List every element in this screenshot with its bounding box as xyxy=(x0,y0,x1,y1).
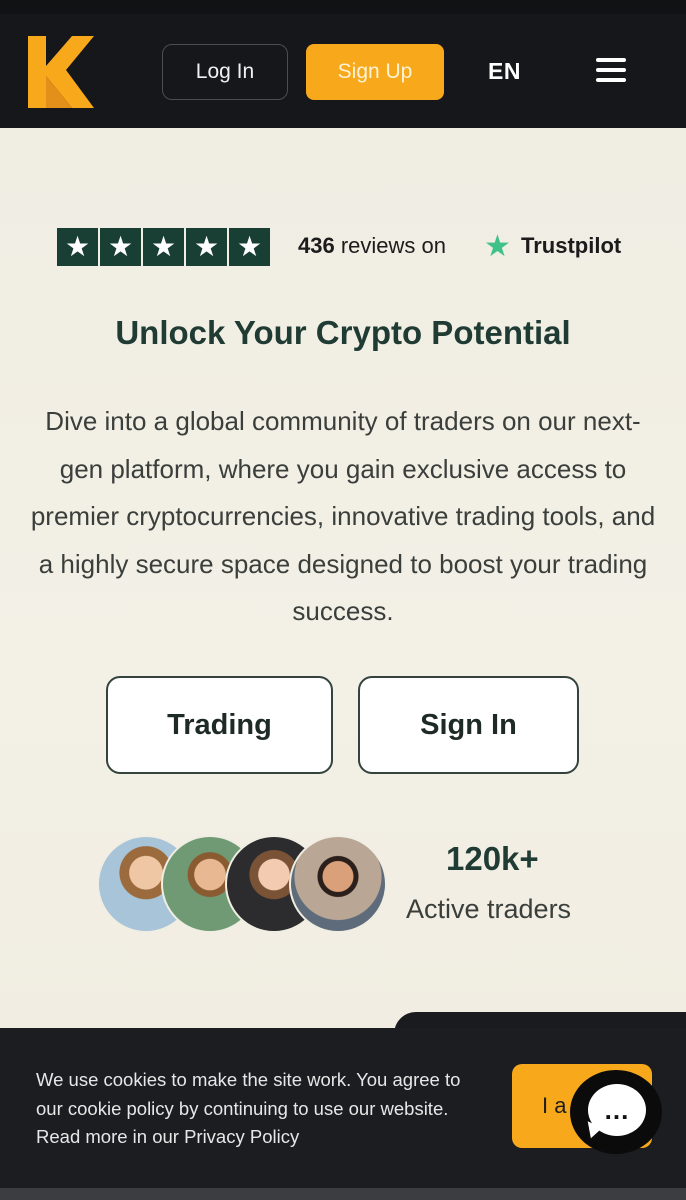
chat-bubble-icon[interactable]: ... xyxy=(570,1070,662,1154)
active-traders-label: Active traders xyxy=(406,894,572,924)
trading-button[interactable]: Trading xyxy=(106,676,333,774)
status-strip xyxy=(0,0,686,14)
star-icon: ★ xyxy=(143,228,184,266)
reviews-count[interactable]: 436 reviews on xyxy=(298,233,446,259)
avatar xyxy=(289,835,387,933)
hamburger-menu-icon[interactable] xyxy=(596,58,626,86)
signin-button[interactable]: Sign In xyxy=(358,676,579,774)
hero-description: Dive into a global community of traders … xyxy=(30,406,656,626)
star-icon: ★ xyxy=(186,228,227,266)
star-icon: ★ xyxy=(100,228,141,266)
login-button[interactable]: Log In xyxy=(162,44,288,100)
active-traders-count: 120k+ xyxy=(446,840,539,877)
star-icon: ★ xyxy=(229,228,270,266)
bottom-strip xyxy=(0,1188,686,1200)
rating-stars: ★ ★ ★ ★ ★ xyxy=(57,228,270,266)
signup-button[interactable]: Sign Up xyxy=(306,44,444,100)
reviews-suffix: reviews on xyxy=(334,233,446,258)
site-header: Log In Sign Up EN xyxy=(0,14,686,128)
reviews-number: 436 xyxy=(298,233,335,258)
k-logo-icon[interactable] xyxy=(28,36,94,108)
trustpilot-star-icon: ★ xyxy=(484,230,511,263)
page-title: Unlock Your Crypto Potential xyxy=(115,314,571,351)
star-icon: ★ xyxy=(57,228,98,266)
trustpilot-logo[interactable]: Trustpilot xyxy=(521,233,621,259)
cookie-notice-text: We use cookies to make the site work. Yo… xyxy=(36,1069,461,1147)
chat-dots: ... xyxy=(588,1084,646,1136)
trader-avatars xyxy=(97,835,387,937)
language-selector[interactable]: EN xyxy=(488,58,521,85)
